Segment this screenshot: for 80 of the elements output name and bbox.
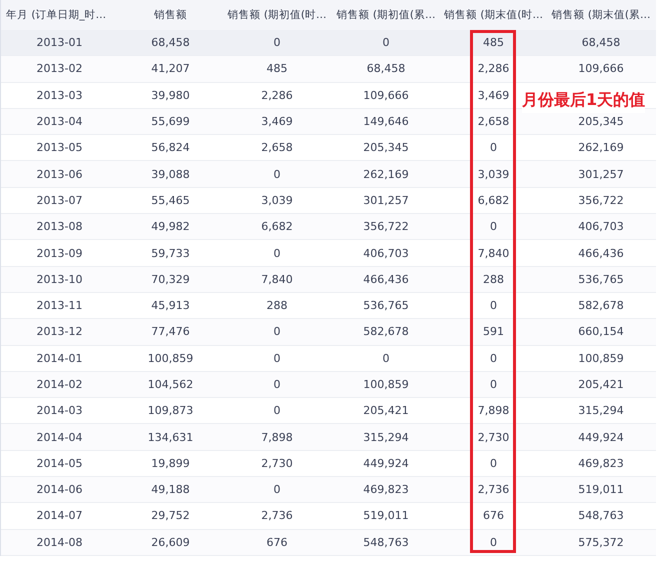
table-cell: 356,722 xyxy=(331,214,441,240)
table-cell: 3,469 xyxy=(223,108,331,136)
column-header[interactable]: 销售额 xyxy=(118,0,223,30)
table-cell: 68,458 xyxy=(118,30,223,56)
table-cell: 548,763 xyxy=(331,530,441,556)
table-cell: 466,436 xyxy=(331,266,441,293)
table-cell: 2013-01 xyxy=(1,30,118,56)
column-header[interactable]: 销售额 (期末值(时… xyxy=(441,0,546,30)
table-cell: 55,699 xyxy=(118,108,223,136)
table-cell: 519,011 xyxy=(546,477,656,504)
table-cell: 2013-03 xyxy=(1,82,118,109)
table-cell: 2014-02 xyxy=(1,372,118,398)
table-cell: 205,421 xyxy=(546,372,656,398)
table-cell: 2014-08 xyxy=(1,530,118,556)
table-cell: 406,703 xyxy=(546,214,656,240)
table-cell: 485 xyxy=(441,30,546,56)
column-header[interactable]: 销售额 (期末值(累… xyxy=(546,0,656,30)
table-cell: 7,898 xyxy=(223,424,331,451)
table-cell: 315,294 xyxy=(331,424,441,451)
table-cell: 0 xyxy=(223,346,331,372)
table-cell: 288 xyxy=(441,266,546,293)
table-cell: 660,154 xyxy=(546,319,656,346)
table-cell: 109,666 xyxy=(546,56,656,83)
column-header[interactable]: 销售额 (期初值(累… xyxy=(331,0,441,30)
table-cell: 100,859 xyxy=(331,372,441,398)
table-cell: 2014-01 xyxy=(1,346,118,372)
table-cell: 26,609 xyxy=(118,530,223,556)
table-cell: 49,188 xyxy=(118,477,223,504)
table-cell: 2,736 xyxy=(441,477,546,504)
table-cell: 77,476 xyxy=(118,319,223,346)
table-cell: 41,207 xyxy=(118,56,223,83)
table-cell: 449,924 xyxy=(546,424,656,451)
table-cell: 676 xyxy=(223,530,331,556)
table-cell: 0 xyxy=(223,319,331,346)
table-cell: 582,678 xyxy=(331,319,441,346)
table-cell: 485 xyxy=(223,56,331,83)
table-cell: 469,823 xyxy=(331,477,441,504)
table-cell: 6,682 xyxy=(223,214,331,240)
table-cell: 2013-12 xyxy=(1,319,118,346)
table-cell: 2013-04 xyxy=(1,108,118,136)
table-cell: 100,859 xyxy=(546,346,656,372)
table-cell: 536,765 xyxy=(546,266,656,293)
table-cell: 100,859 xyxy=(118,346,223,372)
table-cell: 149,646 xyxy=(331,108,441,136)
table-cell: 7,840 xyxy=(223,266,331,293)
table-cell: 0 xyxy=(441,346,546,372)
table-cell: 68,458 xyxy=(331,56,441,83)
table-cell: 49,982 xyxy=(118,214,223,240)
column-header[interactable]: 销售额 (期初值(时… xyxy=(223,0,331,30)
table-cell: 3,039 xyxy=(441,161,546,188)
table-cell: 262,169 xyxy=(331,161,441,188)
table-cell: 0 xyxy=(223,30,331,56)
table-cell: 575,372 xyxy=(546,530,656,556)
table-cell: 2013-06 xyxy=(1,161,118,188)
table-cell: 68,458 xyxy=(546,30,656,56)
table-cell: 2013-10 xyxy=(1,266,118,293)
table-cell: 2013-02 xyxy=(1,56,118,83)
table-cell: 134,631 xyxy=(118,424,223,451)
table-cell: 2,286 xyxy=(441,56,546,83)
column-header[interactable]: 年月 (订单日期_时… xyxy=(1,0,118,30)
table-cell: 0 xyxy=(223,161,331,188)
table-cell: 2013-08 xyxy=(1,214,118,240)
table-cell: 109,666 xyxy=(331,82,441,109)
table-cell: 0 xyxy=(331,30,441,56)
table-cell: 2,286 xyxy=(223,82,331,109)
table-cell: 0 xyxy=(441,214,546,240)
table-cell: 39,088 xyxy=(118,161,223,188)
table-cell: 70,329 xyxy=(118,266,223,293)
table-cell: 301,257 xyxy=(546,161,656,188)
table-cell: 2,730 xyxy=(441,424,546,451)
table-cell: 2014-06 xyxy=(1,477,118,504)
table-cell: 39,980 xyxy=(118,82,223,109)
annotation-label: 月份最后1天的值 xyxy=(522,88,646,113)
table-cell: 0 xyxy=(331,346,441,372)
table-cell: 2014-04 xyxy=(1,424,118,451)
table-cell: 104,562 xyxy=(118,372,223,398)
table-cell: 0 xyxy=(441,372,546,398)
table-cell: 591 xyxy=(441,319,546,346)
table-cell: 0 xyxy=(223,372,331,398)
table-cell: 0 xyxy=(223,477,331,504)
